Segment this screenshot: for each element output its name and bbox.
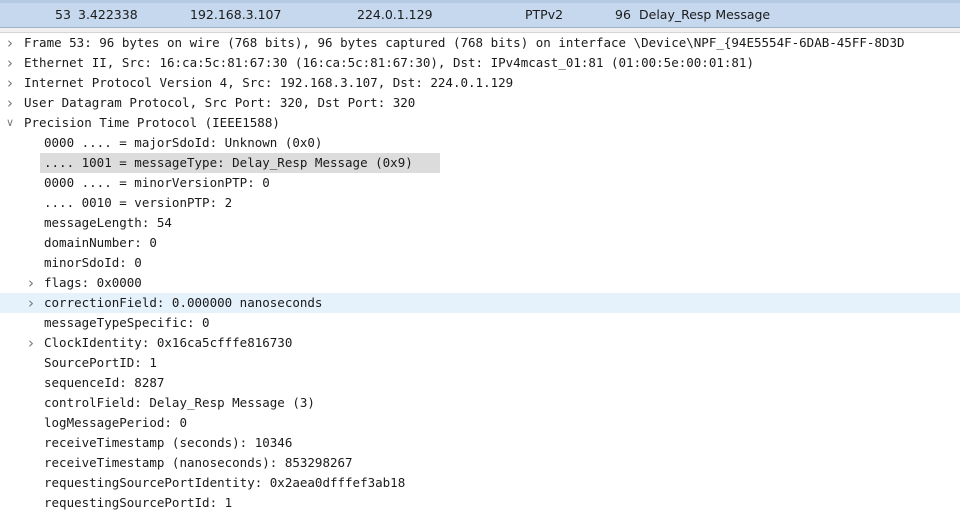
tree-row-label: receiveTimestamp (nanoseconds): 85329826… (44, 455, 353, 470)
tree-row-label: requestingSourcePortId: 1 (44, 495, 233, 510)
previous-row-edge (0, 0, 960, 3)
tree-row[interactable]: 0000 .... = minorVersionPTP: 0 (0, 173, 960, 193)
tree-row-label: requestingSourcePortIdentity: 0x2aea0dff… (44, 475, 406, 490)
tree-row[interactable]: controlField: Delay_Resp Message (3) (0, 393, 960, 413)
tree-row[interactable]: logMessagePeriod: 0 (0, 413, 960, 433)
chevron-right-icon[interactable]: › (25, 293, 37, 313)
packet-protocol: PTPv2 (525, 7, 564, 22)
packet-number: 53 (55, 7, 71, 22)
tree-row[interactable]: 0000 .... = majorSdoId: Unknown (0x0) (0, 133, 960, 153)
tree-row[interactable]: messageTypeSpecific: 0 (0, 313, 960, 333)
tree-row[interactable]: › User Datagram Protocol, Src Port: 320, … (0, 93, 960, 113)
tree-row-label: Ethernet II, Src: 16:ca:5c:81:67:30 (16:… (24, 55, 754, 70)
tree-row-label: Internet Protocol Version 4, Src: 192.16… (24, 75, 514, 90)
tree-row-label: 0000 .... = minorVersionPTP: 0 (44, 175, 270, 190)
tree-row-label: messageTypeSpecific: 0 (44, 315, 210, 330)
chevron-right-icon[interactable]: › (25, 273, 37, 293)
packet-length: 96 (615, 7, 631, 22)
tree-row[interactable]: .... 1001 = messageType: Delay_Resp Mess… (0, 153, 960, 173)
tree-row-label: .... 0010 = versionPTP: 2 (44, 195, 233, 210)
tree-row[interactable]: › ClockIdentity: 0x16ca5cfffe816730 (0, 333, 960, 353)
tree-row[interactable]: SourcePortID: 1 (0, 353, 960, 373)
tree-row[interactable]: requestingSourcePortIdentity: 0x2aea0dff… (0, 473, 960, 493)
tree-row[interactable]: .... 0010 = versionPTP: 2 (0, 193, 960, 213)
tree-row-label: domainNumber: 0 (44, 235, 157, 250)
tree-row-label: controlField: Delay_Resp Message (3) (44, 395, 315, 410)
packet-list-row[interactable]: 53 3.422338 192.168.3.107 224.0.1.129 PT… (0, 0, 960, 28)
tree-row[interactable]: receiveTimestamp (seconds): 10346 (0, 433, 960, 453)
tree-row[interactable]: sequenceId: 8287 (0, 373, 960, 393)
tree-row[interactable]: receiveTimestamp (nanoseconds): 85329826… (0, 453, 960, 473)
packet-source: 192.168.3.107 (190, 7, 282, 22)
tree-row-label: correctionField: 0.000000 nanoseconds (44, 295, 323, 310)
tree-row[interactable]: › correctionField: 0.000000 nanoseconds (0, 293, 960, 313)
tree-row-label: User Datagram Protocol, Src Port: 320, D… (24, 95, 416, 110)
tree-row[interactable]: domainNumber: 0 (0, 233, 960, 253)
tree-row-label: SourcePortID: 1 (44, 355, 157, 370)
tree-row-label: sequenceId: 8287 (44, 375, 165, 390)
tree-row-label: 0000 .... = majorSdoId: Unknown (0x0) (44, 135, 323, 150)
tree-row[interactable]: messageLength: 54 (0, 213, 960, 233)
tree-row[interactable]: › flags: 0x0000 (0, 273, 960, 293)
tree-row-label: logMessagePeriod: 0 (44, 415, 187, 430)
tree-row[interactable]: minorSdoId: 0 (0, 253, 960, 273)
tree-row[interactable]: › Internet Protocol Version 4, Src: 192.1… (0, 73, 960, 93)
chevron-right-icon[interactable]: › (4, 73, 16, 93)
packet-details-tree: › Frame 53: 96 bytes on wire (768 bits), … (0, 33, 960, 515)
tree-row-label: flags: 0x0000 (44, 275, 142, 290)
chevron-right-icon[interactable]: › (25, 333, 37, 353)
tree-row-label: .... 1001 = messageType: Delay_Resp Mess… (44, 155, 413, 170)
tree-row-label: ClockIdentity: 0x16ca5cfffe816730 (44, 335, 293, 350)
tree-row-label: Precision Time Protocol (IEEE1588) (24, 115, 280, 130)
chevron-down-icon[interactable]: ∨ (4, 113, 16, 133)
tree-row[interactable]: requestingSourcePortId: 1 (0, 493, 960, 513)
chevron-right-icon[interactable]: › (4, 93, 16, 113)
tree-row[interactable]: › Frame 53: 96 bytes on wire (768 bits), … (0, 33, 960, 53)
packet-time: 3.422338 (78, 7, 138, 22)
tree-row-label: Frame 53: 96 bytes on wire (768 bits), 9… (24, 35, 905, 50)
tree-row[interactable]: ∨ Precision Time Protocol (IEEE1588) (0, 113, 960, 133)
tree-row-label: minorSdoId: 0 (44, 255, 142, 270)
packet-info: Delay_Resp Message (639, 7, 771, 22)
tree-row[interactable]: › Ethernet II, Src: 16:ca:5c:81:67:30 (16… (0, 53, 960, 73)
packet-destination: 224.0.1.129 (357, 7, 433, 22)
tree-row-label: messageLength: 54 (44, 215, 172, 230)
tree-row-label: receiveTimestamp (seconds): 10346 (44, 435, 293, 450)
chevron-right-icon[interactable]: › (4, 53, 16, 73)
chevron-right-icon[interactable]: › (4, 33, 16, 53)
